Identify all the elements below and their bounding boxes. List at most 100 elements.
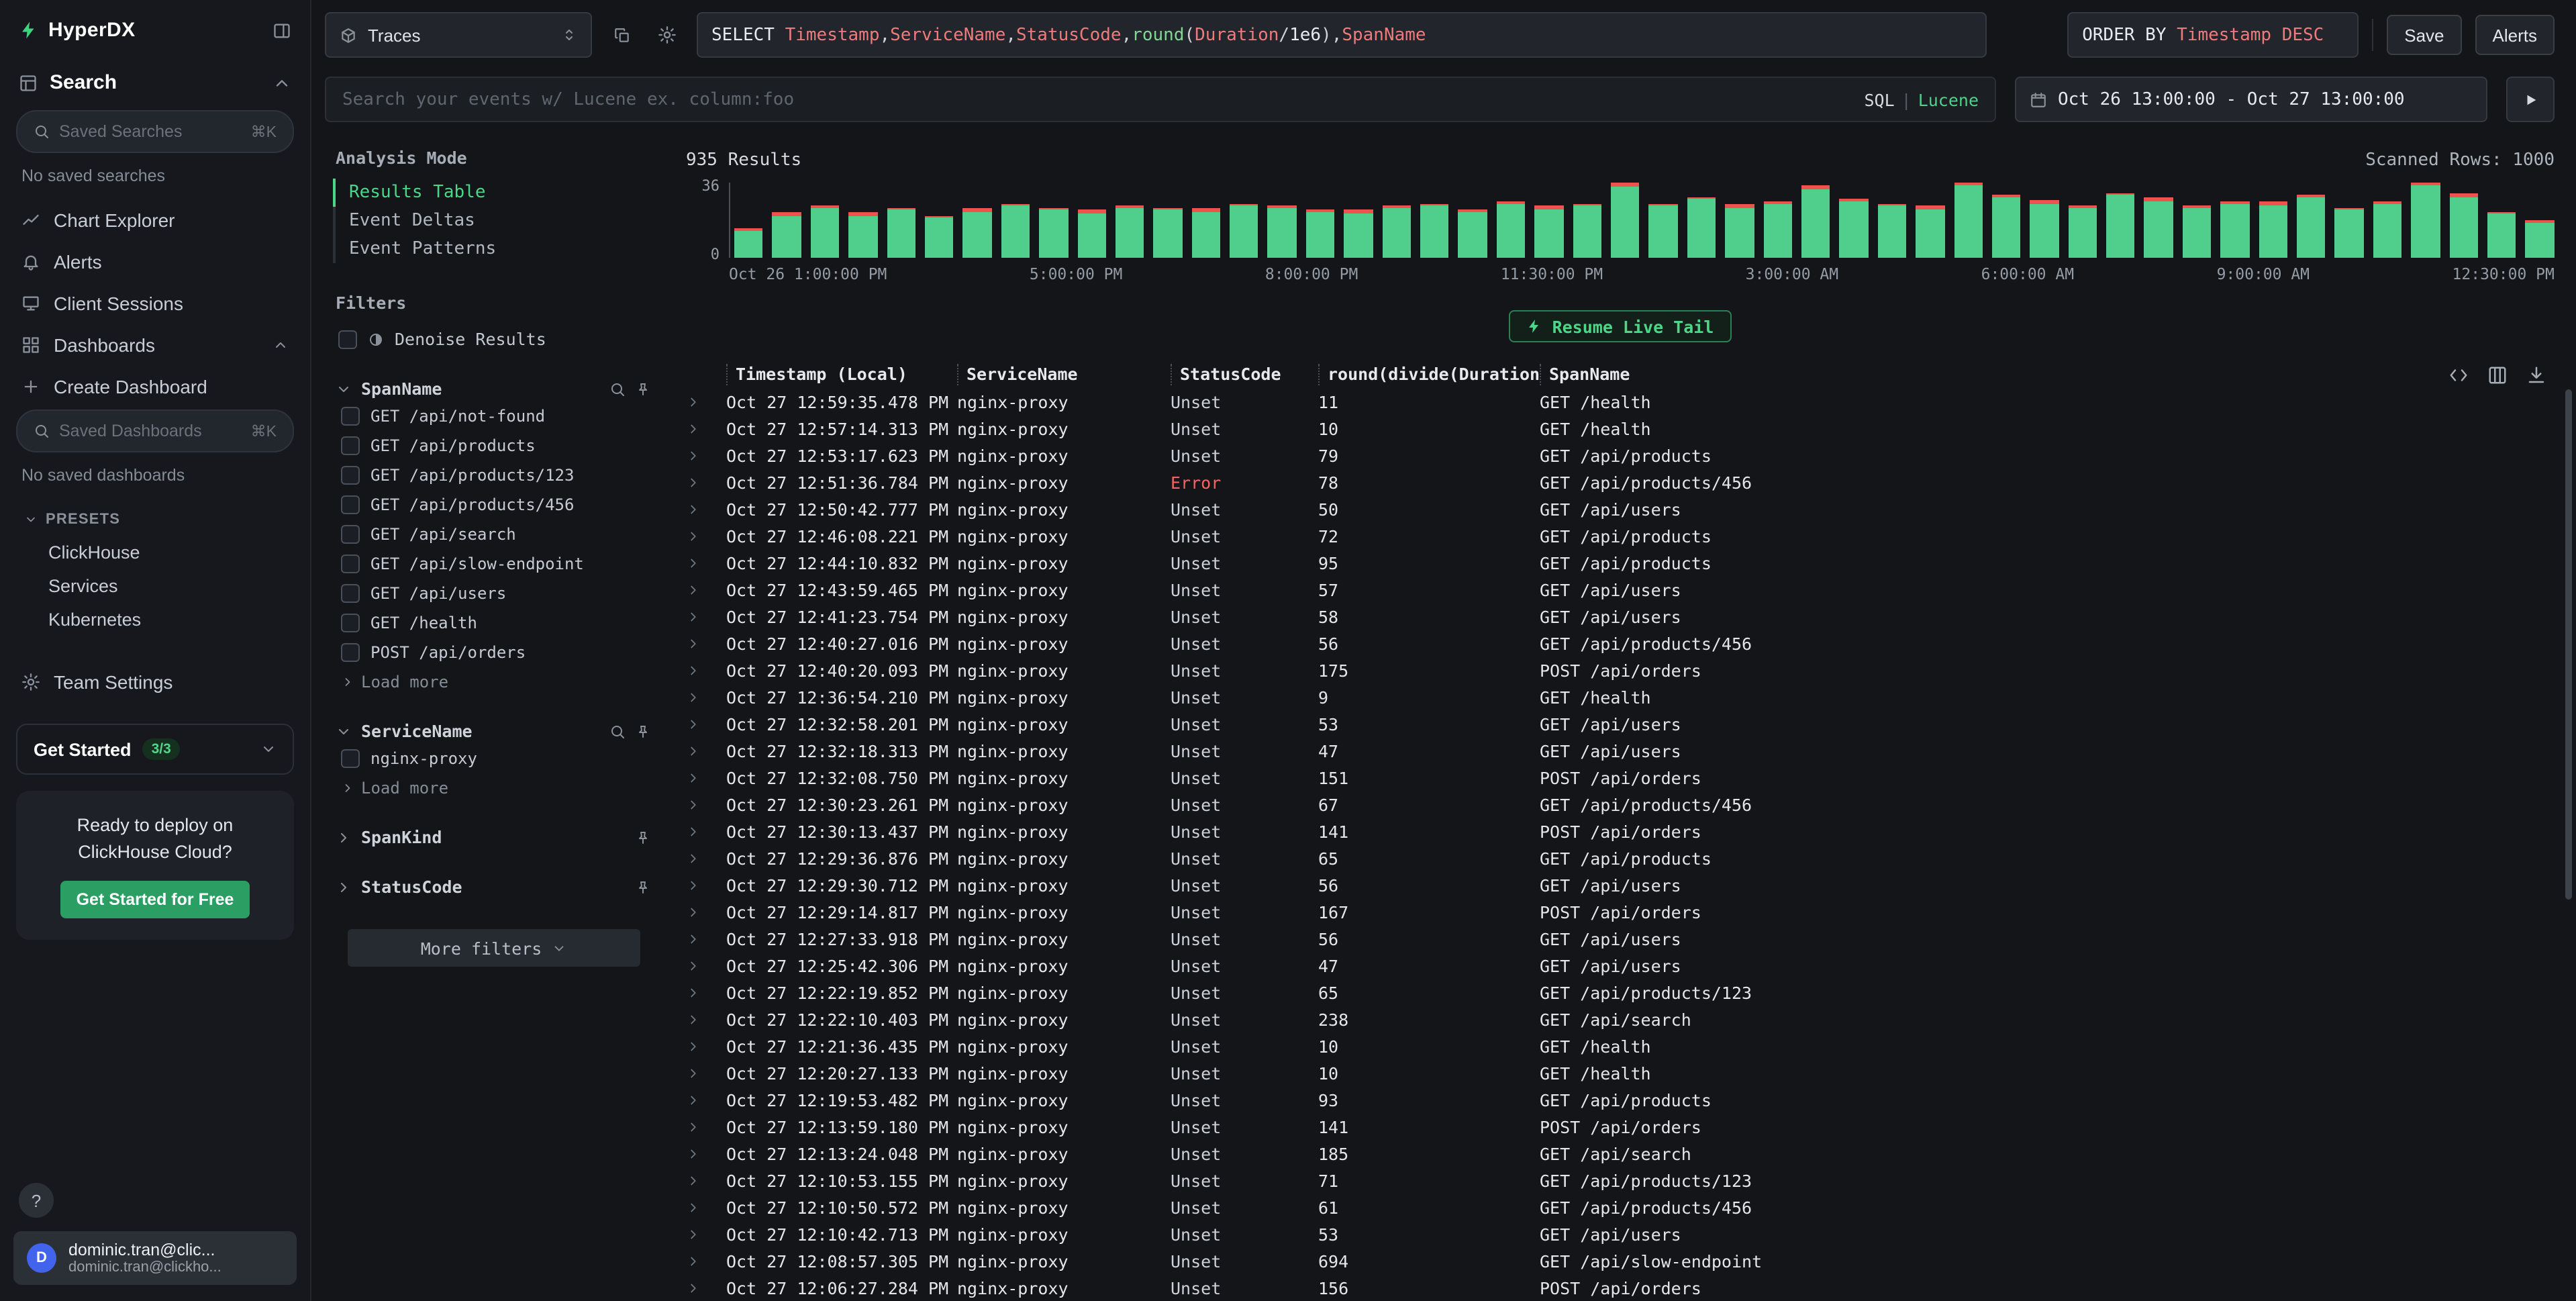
histogram-bar[interactable] [848, 212, 877, 258]
table-row[interactable]: Oct 27 12:21:36.435 PMnginx-proxyUnset10… [686, 1032, 2555, 1059]
download-icon[interactable] [2526, 365, 2546, 385]
table-row[interactable]: Oct 27 12:22:19.852 PMnginx-proxyUnset65… [686, 979, 2555, 1006]
histogram-bar[interactable] [2526, 220, 2555, 258]
table-row[interactable]: Oct 27 12:53:17.623 PMnginx-proxyUnset79… [686, 442, 2555, 469]
table-row[interactable]: Oct 27 12:44:10.832 PMnginx-proxyUnset95… [686, 549, 2555, 576]
save-button[interactable]: Save [2387, 15, 2461, 55]
column-servicename[interactable]: ServiceName [957, 364, 1171, 385]
pin-icon[interactable] [635, 879, 651, 895]
histogram-bar[interactable] [1840, 199, 1869, 258]
filter-option-get-api-search[interactable]: GET /api/search [333, 520, 654, 549]
filter-option-get-api-users[interactable]: GET /api/users [333, 579, 654, 608]
row-expand-icon[interactable] [686, 985, 726, 1000]
table-row[interactable]: Oct 27 12:08:57.305 PMnginx-proxyUnset69… [686, 1247, 2555, 1274]
histogram-bar[interactable] [2487, 211, 2516, 258]
get-started-free-button[interactable]: Get Started for Free [60, 881, 250, 918]
histogram-bar[interactable] [1954, 183, 1983, 258]
histogram-bar[interactable] [773, 212, 801, 258]
sidebar-item-team-settings[interactable]: Team Settings [0, 661, 310, 702]
table-row[interactable]: Oct 27 12:57:14.313 PMnginx-proxyUnset10… [686, 415, 2555, 442]
pin-icon[interactable] [635, 723, 651, 739]
row-expand-icon[interactable] [686, 689, 726, 704]
histogram-bar[interactable] [1191, 207, 1220, 258]
histogram-bar[interactable] [1877, 203, 1906, 258]
histogram-bar[interactable] [2411, 183, 2440, 258]
source-select[interactable]: Traces [325, 12, 592, 58]
histogram-bar[interactable] [2449, 193, 2478, 258]
histogram-bar[interactable] [2030, 199, 2059, 258]
collapse-sidebar-icon[interactable] [273, 21, 291, 40]
table-row[interactable]: Oct 27 12:40:20.093 PMnginx-proxyUnset17… [686, 657, 2555, 683]
row-expand-icon[interactable] [686, 1039, 726, 1053]
presets-toggle[interactable]: PRESETS [0, 498, 310, 536]
filter-group-statuscode[interactable]: StatusCode [333, 874, 654, 900]
row-expand-icon[interactable] [686, 716, 726, 731]
histogram-bar[interactable] [1001, 203, 1030, 258]
resume-live-tail-button[interactable]: Resume Live Tail [1509, 310, 1732, 342]
histogram-bar[interactable] [2106, 193, 2135, 258]
row-expand-icon[interactable] [686, 1200, 726, 1214]
row-expand-icon[interactable] [686, 1173, 726, 1188]
filter-option-get-api-products-456[interactable]: GET /api/products/456 [333, 490, 654, 520]
row-expand-icon[interactable] [686, 743, 726, 758]
histogram-bar[interactable] [1344, 209, 1373, 258]
search-icon[interactable] [609, 381, 626, 397]
histogram-bar[interactable] [1116, 205, 1144, 258]
saved-searches-input[interactable]: Saved Searches ⌘K [16, 110, 294, 153]
row-expand-icon[interactable] [686, 582, 726, 597]
table-row[interactable]: Oct 27 12:32:08.750 PMnginx-proxyUnset15… [686, 764, 2555, 791]
row-expand-icon[interactable] [686, 636, 726, 650]
table-row[interactable]: Oct 27 12:30:23.261 PMnginx-proxyUnset67… [686, 791, 2555, 818]
histogram-bar[interactable] [963, 207, 992, 258]
analysis-mode-event-patterns[interactable]: Event Patterns [333, 235, 654, 263]
run-query-button[interactable] [2506, 77, 2555, 122]
row-expand-icon[interactable] [686, 421, 726, 436]
row-expand-icon[interactable] [686, 1012, 726, 1026]
table-row[interactable]: Oct 27 12:43:59.465 PMnginx-proxyUnset57… [686, 576, 2555, 603]
column-duration[interactable]: round(divide(Duration, [1318, 364, 1540, 385]
histogram-bar[interactable] [1534, 205, 1563, 258]
row-expand-icon[interactable] [686, 609, 726, 624]
histogram-bar[interactable] [1382, 205, 1411, 258]
table-row[interactable]: Oct 27 12:32:18.313 PMnginx-proxyUnset47… [686, 737, 2555, 764]
histogram-bar[interactable] [1420, 203, 1449, 258]
table-row[interactable]: Oct 27 12:36:54.210 PMnginx-proxyUnset9G… [686, 683, 2555, 710]
histogram-bar[interactable] [1230, 203, 1258, 258]
row-expand-icon[interactable] [686, 797, 726, 812]
scrollbar-thumb[interactable] [2565, 389, 2572, 900]
row-expand-icon[interactable] [686, 555, 726, 570]
row-expand-icon[interactable] [686, 663, 726, 677]
code-view-icon[interactable] [2448, 365, 2469, 385]
histogram-bar[interactable] [925, 216, 954, 258]
row-expand-icon[interactable] [686, 877, 726, 892]
histogram-bar[interactable] [1801, 185, 1830, 258]
filter-group-servicename[interactable]: ServiceName [333, 718, 654, 744]
table-row[interactable]: Oct 27 12:10:50.572 PMnginx-proxyUnset61… [686, 1194, 2555, 1220]
row-expand-icon[interactable] [686, 1092, 726, 1107]
filter-option-get-api-not-found[interactable]: GET /api/not-found [333, 401, 654, 431]
histogram-bar[interactable] [1916, 205, 1944, 258]
table-row[interactable]: Oct 27 12:20:27.133 PMnginx-proxyUnset10… [686, 1059, 2555, 1086]
row-expand-icon[interactable] [686, 904, 726, 919]
row-expand-icon[interactable] [686, 851, 726, 865]
row-expand-icon[interactable] [686, 770, 726, 785]
histogram-bar[interactable] [887, 207, 915, 258]
row-expand-icon[interactable] [686, 1280, 726, 1295]
sidebar-item-search[interactable]: Search [0, 58, 310, 107]
table-row[interactable]: Oct 27 12:41:23.754 PMnginx-proxyUnset58… [686, 603, 2555, 630]
row-expand-icon[interactable] [686, 448, 726, 463]
histogram-bar[interactable] [2335, 207, 2364, 258]
columns-settings-icon[interactable] [2487, 365, 2508, 385]
analysis-mode-event-deltas[interactable]: Event Deltas [333, 207, 654, 235]
table-row[interactable]: Oct 27 12:25:42.306 PMnginx-proxyUnset47… [686, 952, 2555, 979]
table-row[interactable]: Oct 27 12:10:53.155 PMnginx-proxyUnset71… [686, 1167, 2555, 1194]
user-menu[interactable]: D dominic.tran@clic... dominic.tran@clic… [13, 1231, 297, 1285]
table-row[interactable]: Oct 27 12:50:42.777 PMnginx-proxyUnset50… [686, 495, 2555, 522]
search-icon[interactable] [609, 723, 626, 739]
column-timestamp[interactable]: Timestamp (Local) [726, 364, 957, 385]
row-expand-icon[interactable] [686, 931, 726, 946]
table-row[interactable]: Oct 27 12:59:35.478 PMnginx-proxyUnset11… [686, 388, 2555, 415]
histogram-bar[interactable] [2297, 195, 2326, 258]
table-row[interactable]: Oct 27 12:22:10.403 PMnginx-proxyUnset23… [686, 1006, 2555, 1032]
filter-option-get-api-products[interactable]: GET /api/products [333, 431, 654, 461]
